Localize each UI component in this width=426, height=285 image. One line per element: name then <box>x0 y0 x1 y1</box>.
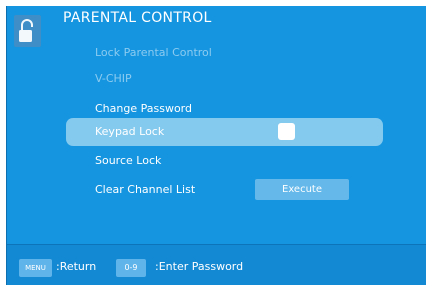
page-title: PARENTAL CONTROL <box>63 10 212 26</box>
number-key-button[interactable]: 0-9 <box>116 259 146 277</box>
menu-item-v-chip: V-CHIP <box>66 65 383 93</box>
menu-item-clear-channel-list[interactable]: Clear Channel List Execute <box>66 176 383 204</box>
menu-item-label: V-CHIP <box>95 72 132 85</box>
menu-item-label: Change Password <box>95 102 192 115</box>
menu-item-lock-parental-control: Lock Parental Control <box>66 39 383 67</box>
menu-item-label: Clear Channel List <box>95 183 196 196</box>
menu-item-keypad-lock[interactable]: Keypad Lock <box>66 118 383 146</box>
menu-item-source-lock[interactable]: Source Lock <box>66 147 383 175</box>
menu-key-button[interactable]: MENU <box>19 259 52 277</box>
return-hint: :Return <box>56 260 97 273</box>
menu-item-label: Lock Parental Control <box>95 46 212 59</box>
footer-hint-bar: MENU :Return 0-9 :Enter Password <box>7 244 426 285</box>
parental-control-panel: PARENTAL CONTROL Lock Parental Control V… <box>6 6 426 285</box>
execute-button[interactable]: Execute <box>255 179 349 200</box>
padlock-icon <box>14 15 41 47</box>
menu-item-label: Source Lock <box>95 154 162 167</box>
enter-password-hint: :Enter Password <box>155 260 244 273</box>
keypad-lock-toggle[interactable] <box>278 123 295 140</box>
menu-item-label: Keypad Lock <box>95 125 165 138</box>
